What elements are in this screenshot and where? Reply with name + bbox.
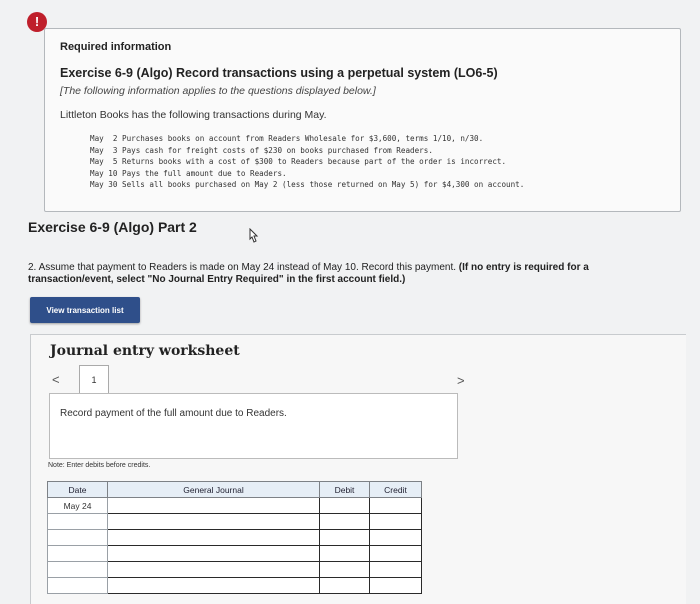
journal-entry-worksheet: Journal entry worksheet < 1 > Record pay… <box>30 334 686 604</box>
journal-table: Date General Journal Debit Credit May 24 <box>47 481 422 594</box>
account-input[interactable] <box>108 514 319 529</box>
view-transaction-list-button[interactable]: View transaction list <box>30 297 140 323</box>
general-journal-column-header: General Journal <box>107 481 320 498</box>
debit-cell[interactable] <box>319 529 370 546</box>
credit-input[interactable] <box>370 578 421 593</box>
account-cell[interactable] <box>107 577 320 594</box>
table-row: May 24 <box>47 497 422 514</box>
date-cell <box>47 577 108 594</box>
debit-cell[interactable] <box>319 577 370 594</box>
account-input[interactable] <box>108 578 319 593</box>
transaction-item: May 10 Pays the full amount due to Reade… <box>90 168 287 178</box>
table-row <box>47 545 422 562</box>
entry-description: Record payment of the full amount due to… <box>60 408 287 419</box>
date-column-header: Date <box>47 481 108 498</box>
entry-description-box: Record payment of the full amount due to… <box>49 393 458 459</box>
table-row <box>47 529 422 546</box>
transaction-item: May 30 Sells all books purchased on May … <box>90 180 525 189</box>
debit-input[interactable] <box>320 530 369 545</box>
account-cell[interactable] <box>107 561 320 578</box>
credit-input[interactable] <box>370 514 421 529</box>
credit-input[interactable] <box>370 498 421 513</box>
account-input[interactable] <box>108 546 319 561</box>
date-cell <box>47 529 108 546</box>
chevron-left-icon[interactable]: < <box>52 372 60 387</box>
debit-cell[interactable] <box>319 561 370 578</box>
date-cell <box>47 561 108 578</box>
date-cell: May 24 <box>47 497 108 514</box>
debit-cell[interactable] <box>319 513 370 530</box>
transaction-item: May 2 Purchases books on account from Re… <box>90 134 484 143</box>
credit-input[interactable] <box>370 546 421 561</box>
info-intro: Littleton Books has the following transa… <box>60 109 327 121</box>
debit-column-header: Debit <box>319 481 370 498</box>
worksheet-tab-1[interactable]: 1 <box>79 365 109 394</box>
debit-input[interactable] <box>320 514 369 529</box>
credit-cell[interactable] <box>369 513 422 530</box>
debit-input[interactable] <box>320 498 369 513</box>
transaction-list: May 2 Purchases books on account from Re… <box>90 133 524 191</box>
credit-cell[interactable] <box>369 577 422 594</box>
table-header-row: Date General Journal Debit Credit <box>47 481 422 498</box>
account-cell[interactable] <box>107 497 320 514</box>
debit-cell[interactable] <box>319 497 370 514</box>
debit-input[interactable] <box>320 578 369 593</box>
entry-note: Note: Enter debits before credits. <box>48 462 151 469</box>
credit-cell[interactable] <box>369 561 422 578</box>
credit-input[interactable] <box>370 562 421 577</box>
credit-input[interactable] <box>370 530 421 545</box>
date-cell <box>47 513 108 530</box>
table-row <box>47 561 422 578</box>
account-input[interactable] <box>108 562 319 577</box>
credit-column-header: Credit <box>369 481 422 498</box>
exercise-title: Exercise 6-9 (Algo) Record transactions … <box>60 66 498 80</box>
credit-cell[interactable] <box>369 497 422 514</box>
transaction-item: May 5 Returns books with a cost of $300 … <box>90 157 507 166</box>
credit-cell[interactable] <box>369 529 422 546</box>
debit-input[interactable] <box>320 562 369 577</box>
part-instruction: 2. Assume that payment to Readers is mad… <box>28 262 668 286</box>
required-information-panel: Required information Exercise 6-9 (Algo)… <box>44 28 681 212</box>
credit-cell[interactable] <box>369 545 422 562</box>
account-cell[interactable] <box>107 529 320 546</box>
table-row <box>47 513 422 530</box>
info-heading: Required information <box>60 41 172 53</box>
date-cell <box>47 545 108 562</box>
part-title: Exercise 6-9 (Algo) Part 2 <box>28 219 197 235</box>
transaction-item: May 3 Pays cash for freight costs of $23… <box>90 145 433 155</box>
info-note: [The following information applies to th… <box>60 85 376 97</box>
account-input[interactable] <box>108 530 319 545</box>
account-input[interactable] <box>108 498 319 513</box>
instruction-text: 2. Assume that payment to Readers is mad… <box>28 262 456 273</box>
account-cell[interactable] <box>107 545 320 562</box>
mouse-cursor-icon <box>249 228 259 243</box>
chevron-right-icon[interactable]: > <box>457 373 465 388</box>
table-row <box>47 577 422 594</box>
debit-cell[interactable] <box>319 545 370 562</box>
worksheet-title: Journal entry worksheet <box>50 343 240 359</box>
debit-input[interactable] <box>320 546 369 561</box>
account-cell[interactable] <box>107 513 320 530</box>
